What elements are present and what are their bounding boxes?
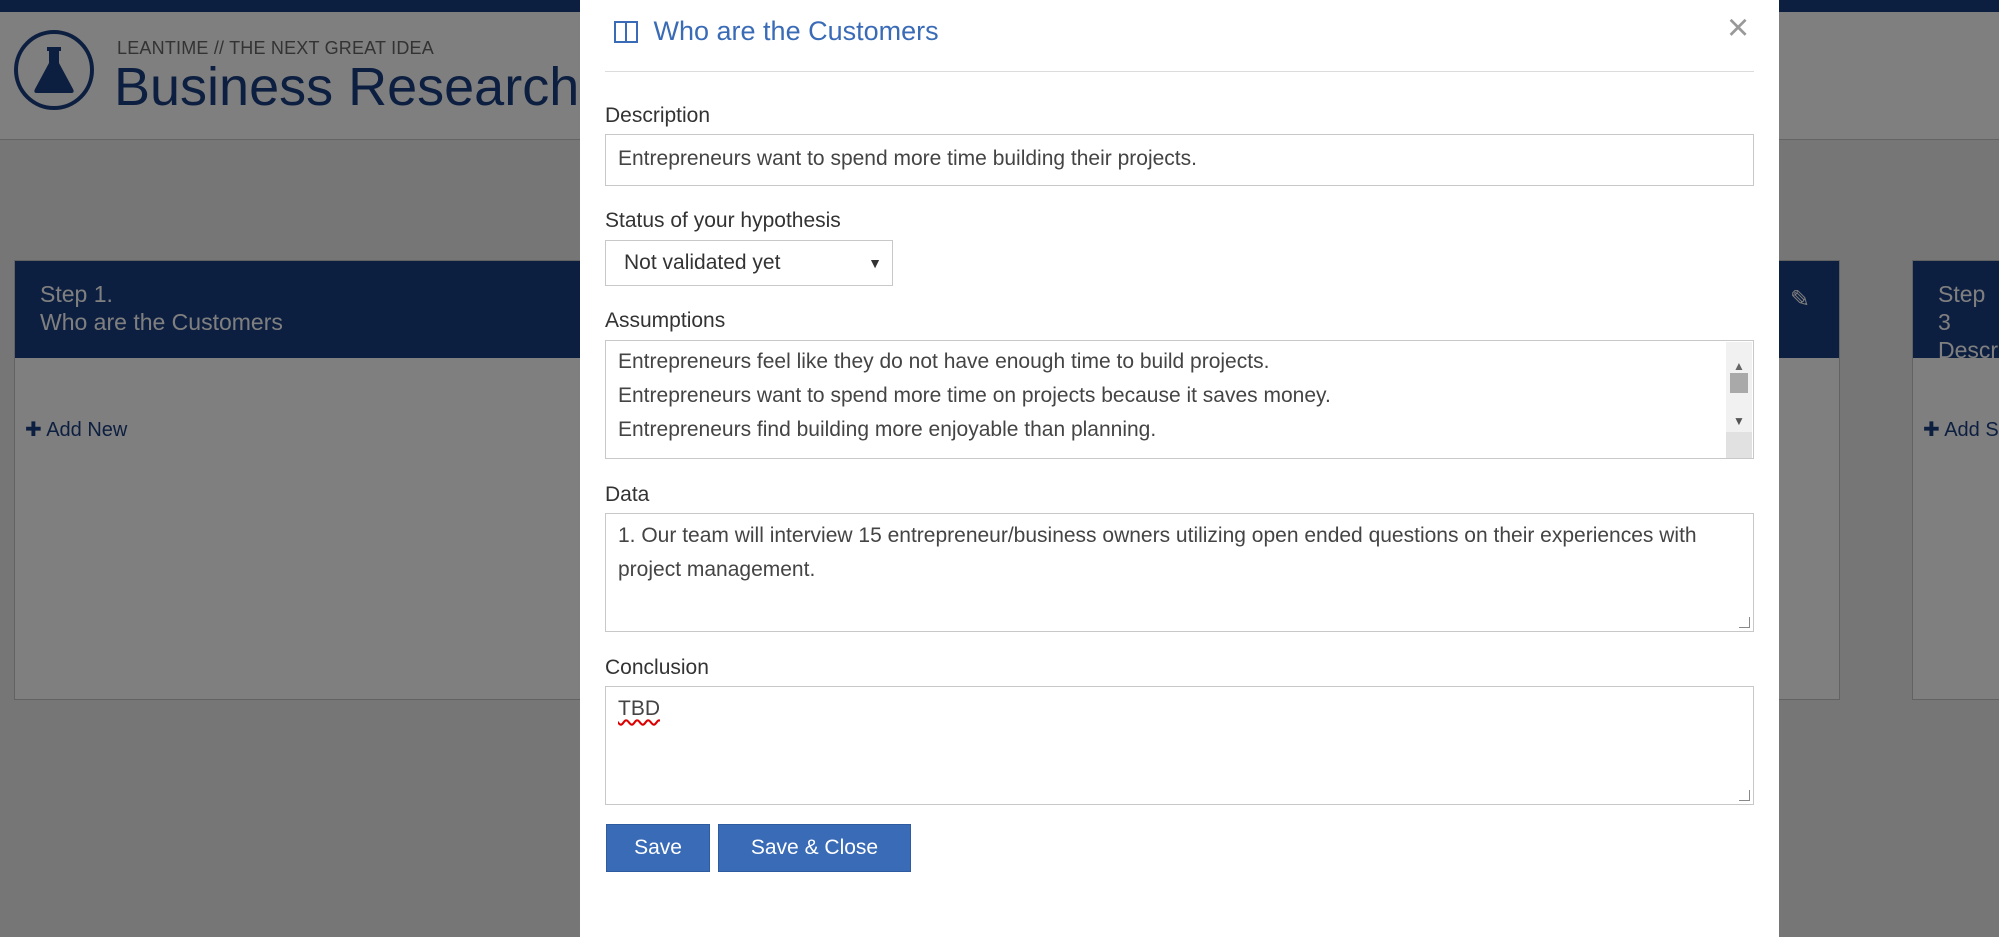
conclusion-label: Conclusion	[605, 656, 709, 679]
save-button[interactable]: Save	[606, 824, 710, 872]
resize-handle-icon[interactable]	[1739, 617, 1750, 628]
status-value: Not validated yet	[624, 251, 781, 274]
description-label: Description	[605, 104, 711, 127]
conclusion-text: TBD	[618, 697, 660, 720]
resize-grip[interactable]	[1726, 432, 1752, 458]
data-textarea[interactable]: 1. Our team will interview 15 entreprene…	[605, 513, 1754, 632]
resize-handle-icon[interactable]	[1739, 790, 1750, 801]
description-field[interactable]: Entrepreneurs want to spend more time bu…	[605, 134, 1754, 186]
textarea-scrollbar[interactable]: ▲ ▼	[1726, 342, 1752, 458]
conclusion-textarea[interactable]: TBD	[605, 686, 1754, 805]
save-and-close-button[interactable]: Save & Close	[718, 824, 911, 872]
edit-item-modal: Who are the Customers × Description Entr…	[580, 0, 1779, 937]
assumption-line: Entrepreneurs feel like they do not have…	[618, 350, 1270, 373]
caret-down-icon: ▼	[868, 255, 882, 271]
close-icon[interactable]: ×	[1727, 6, 1749, 50]
data-label: Data	[605, 483, 650, 506]
data-text: 1. Our team will interview 15 entreprene…	[618, 524, 1697, 581]
assumption-line: Entrepreneurs want to spend more time on…	[618, 384, 1331, 407]
assumption-line: Entrepreneurs find building more enjoyab…	[618, 418, 1157, 441]
columns-icon	[614, 16, 654, 46]
status-label: Status of your hypothesis	[605, 209, 841, 232]
assumptions-textarea[interactable]: Entrepreneurs feel like they do not have…	[605, 340, 1754, 459]
modal-title-text: Who are the Customers	[653, 16, 939, 46]
modal-title: Who are the Customers	[614, 16, 939, 47]
scroll-thumb[interactable]	[1730, 373, 1748, 393]
divider	[605, 71, 1754, 72]
status-select[interactable]: Not validated yet ▼	[605, 240, 893, 286]
assumptions-label: Assumptions	[605, 309, 726, 332]
